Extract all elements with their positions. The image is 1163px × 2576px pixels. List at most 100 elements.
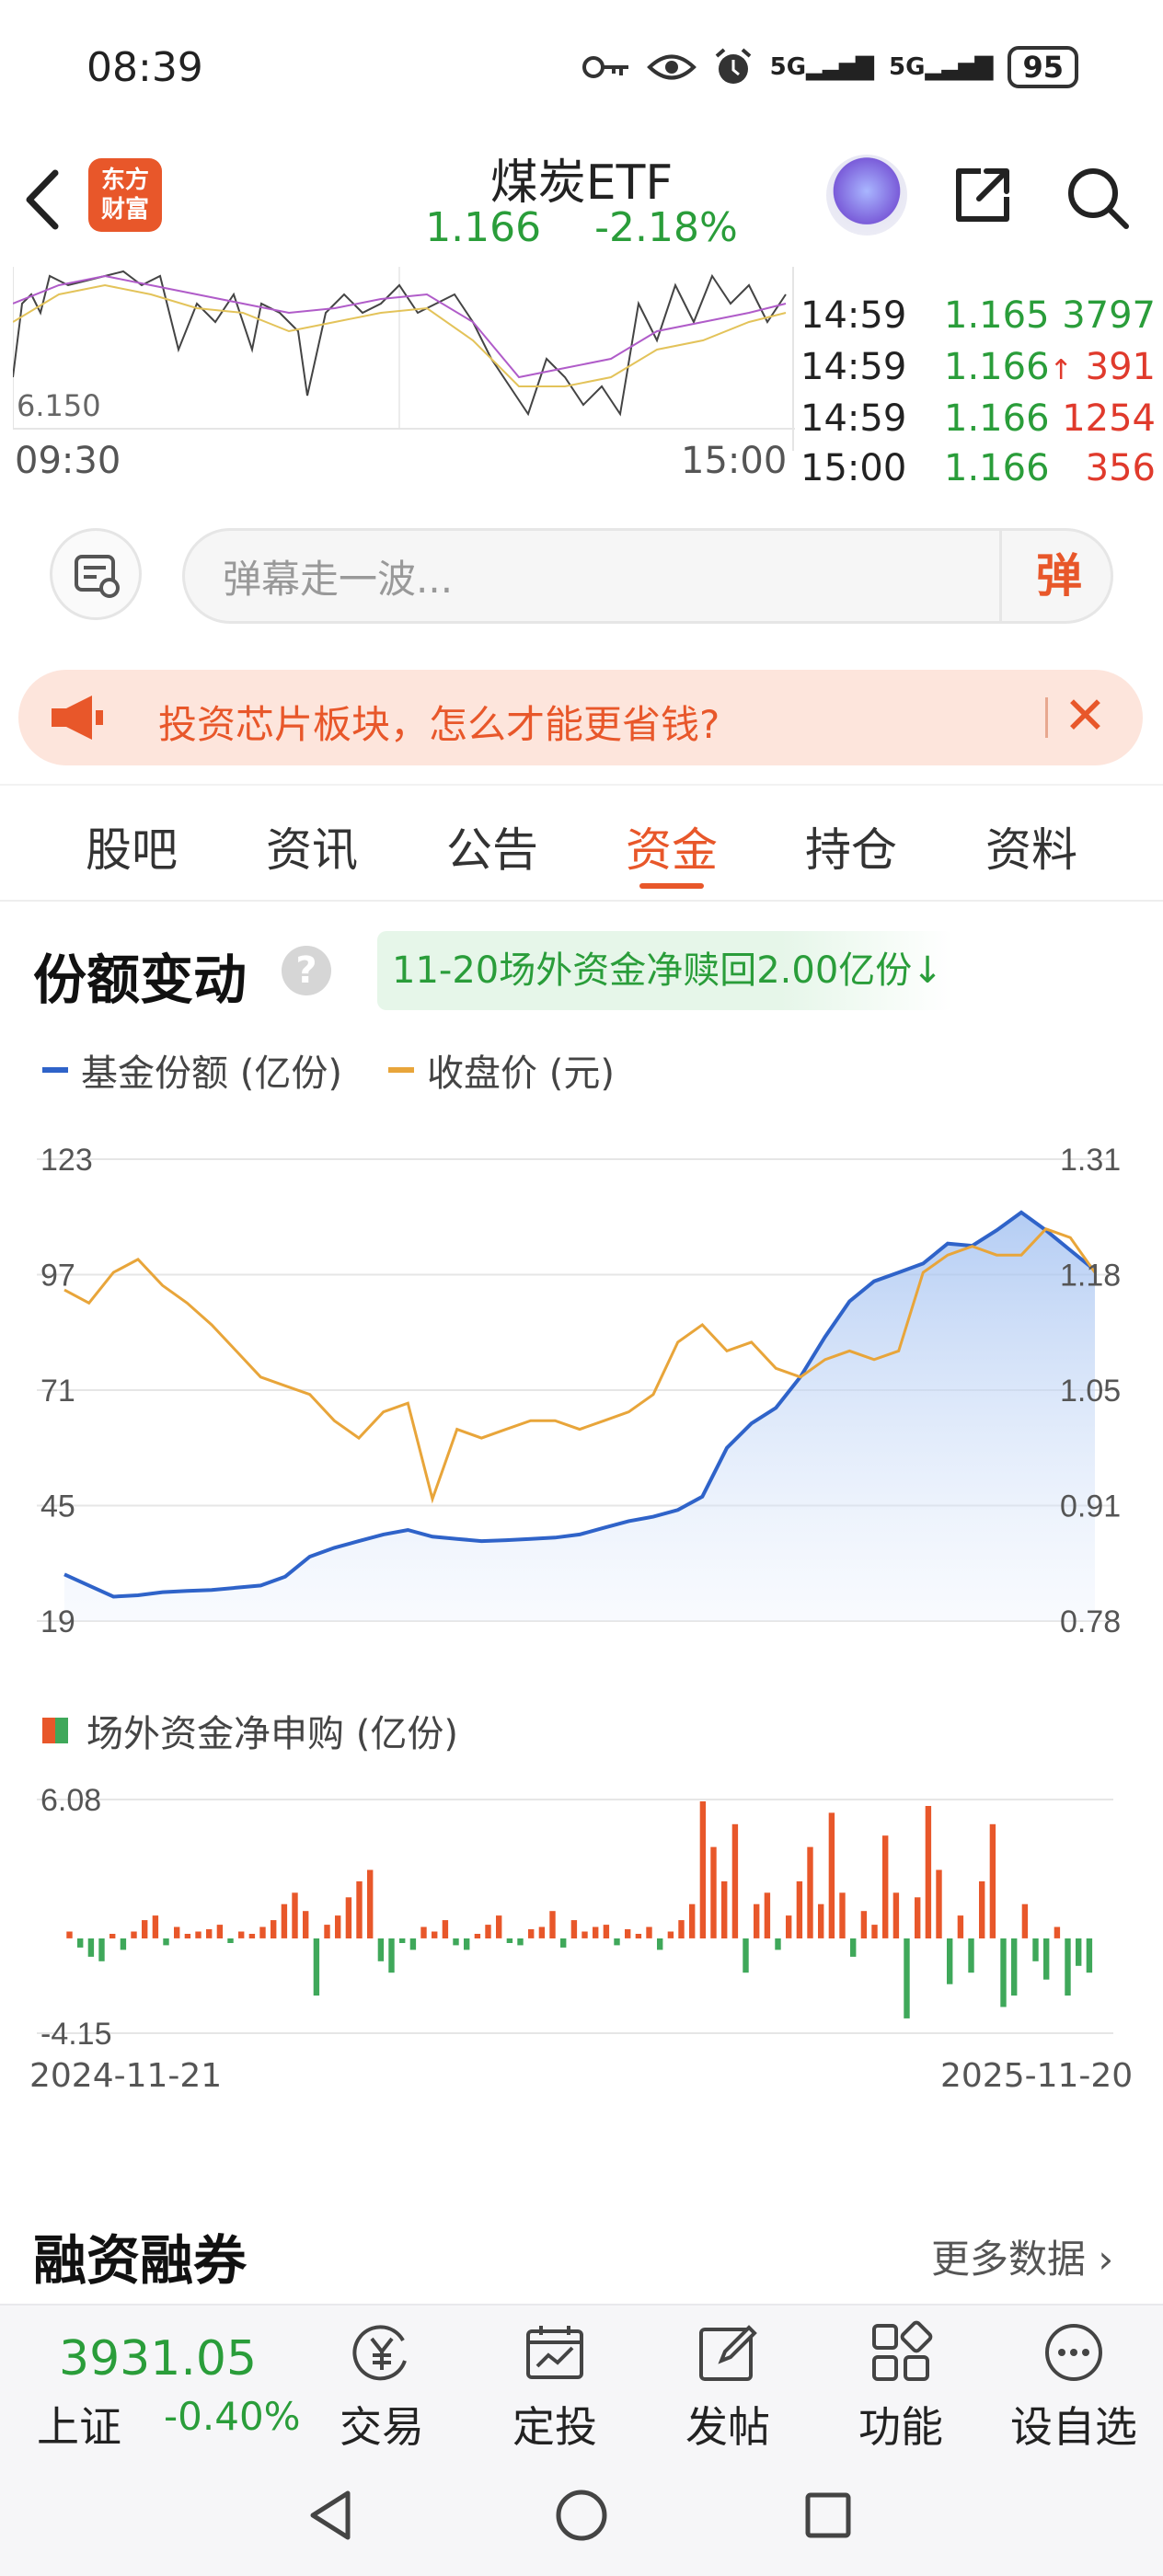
trade-row: 14:59 1.166↑ 391 [800,346,1163,397]
search-icon[interactable] [1064,164,1130,230]
flow-bar [409,1938,417,1950]
trade-row: 15:00 1.166 356 [800,447,1163,499]
nav-back-icon[interactable] [304,2488,359,2543]
flow-bar [432,1931,438,1938]
tab-news[interactable]: 资讯 [243,813,381,880]
flow-bar [184,1934,191,1938]
flow-bar [689,1903,696,1938]
flow-bar [915,1897,921,1938]
left-axis-tick: 97 [40,1259,75,1294]
flow-bar [292,1892,298,1938]
flow-bar [699,1801,707,1938]
flow-bar [464,1938,470,1950]
flow-bar [828,1812,835,1938]
flow-bar [248,1934,256,1938]
tab-guba[interactable]: 股吧 [63,813,201,880]
index-name[interactable]: 上证 [37,2394,121,2455]
legend-flow-label: 场外资金净申购 (亿份) [86,1713,458,1755]
status-time: 08:39 [86,44,203,91]
flow-bar [614,1938,620,1946]
flow-bar [506,1938,513,1943]
flow-bar [892,1892,900,1938]
yuan-circle-icon [352,2325,407,2381]
flow-bar [936,1869,942,1938]
nav-post[interactable]: 发帖 [659,2317,797,2455]
status-icons: 5G▂▃▅▇ 5G▂▃▅▇ 95 [581,46,1078,88]
flow-bar [721,1880,728,1938]
trade-time: 15:00 [800,447,907,489]
nav-trade[interactable]: 交易 [313,2317,451,2455]
flow-bar [271,1920,277,1938]
nav-add-favorite[interactable]: 设自选 [1005,2317,1143,2455]
flow-bar [871,1925,878,1938]
danmu-bar: 弹幕走一波... 弹 [0,515,1163,626]
nav-recents-icon[interactable] [800,2488,856,2543]
flow-bar [216,1925,224,1938]
more-data-link[interactable]: 更多数据 › [931,2228,1113,2284]
megaphone-icon [52,696,103,740]
trade-row: 14:59 1.166 1254 [800,397,1163,449]
flow-bar [195,1931,202,1938]
right-axis-tick: 0.91 [1060,1489,1121,1524]
share-change-chart[interactable]: 123 1.31 97 1.18 71 1.05 45 0.91 19 0.78 [0,1104,1163,1656]
net-subscription-chart[interactable]: 6.08 -4.15 [0,1766,1163,2052]
promo-banner[interactable]: 投资芯片板块，怎么才能更省钱? ✕ [18,670,1143,765]
share-icon[interactable] [953,166,1012,224]
ai-assistant-icon[interactable] [826,155,907,236]
flow-bar [313,1938,320,1996]
flow-bar [1011,1938,1018,1996]
date-end: 2025-11-20 [940,2057,1134,2095]
help-icon[interactable]: ? [282,946,331,995]
tab-holdings[interactable]: 持仓 [782,813,920,880]
flow-bar [98,1938,105,1961]
flow-bar [625,1929,631,1938]
tab-funds[interactable]: 资金 [603,813,741,880]
flow-bar [786,1915,792,1938]
network-5g-icon-2: 5G▂▃▅▇ [889,53,993,81]
tab-profile[interactable]: 资料 [962,813,1100,880]
intraday-time-start: 09:30 [15,440,121,482]
flow-bar [388,1938,395,1973]
nav-invest-plan-label: 定投 [512,2402,597,2452]
flow-bar [142,1920,148,1938]
flow-bar [1065,1938,1071,1996]
tab-announcements[interactable]: 公告 [423,813,561,880]
flow-bar [259,1926,266,1938]
danmu-settings-icon [75,555,120,598]
danmu-send-button[interactable]: 弹 [999,528,1116,624]
trade-price: 1.166↑ [944,346,1073,388]
network-5g-icon: 5G▂▃▅▇ [769,53,874,81]
nav-functions[interactable]: 功能 [832,2317,970,2455]
left-axis-tick: 71 [40,1374,75,1409]
flow-bar [1021,1903,1029,1938]
flow-bar [1032,1938,1039,1961]
flow-bar [839,1892,846,1938]
nav-functions-label: 功能 [858,2402,943,2452]
trade-time: 14:59 [800,346,907,388]
flow-bar [120,1938,127,1950]
flow-bar [335,1915,341,1938]
close-icon[interactable]: ✕ [1064,686,1107,747]
flow-bar [238,1931,245,1938]
flow-bar [743,1938,749,1973]
danmu-settings-button[interactable] [50,528,142,620]
nav-post-label: 发帖 [685,2402,770,2452]
nav-trade-label: 交易 [340,2402,424,2452]
index-value[interactable]: 3931.05 [59,2331,257,2386]
nav-home-icon[interactable] [554,2488,609,2543]
nav-invest-plan[interactable]: 定投 [486,2317,624,2455]
flow-bar [367,1869,374,1938]
trade-price: 1.166 [944,447,1050,489]
flow-bar [152,1915,159,1938]
flow-bar [582,1931,588,1938]
trade-volume: 3797 [1062,294,1156,337]
intraday-chart[interactable] [13,267,795,451]
left-axis-tick: 19 [40,1604,75,1639]
nav-add-favorite-label: 设自选 [1010,2402,1137,2452]
index-change[interactable]: -0.40% [164,2394,301,2439]
flow-bar [227,1938,234,1943]
active-tab-indicator [639,883,704,889]
flow-bar [989,1823,996,1938]
intraday-low-label: 6.150 [17,388,101,423]
battery-icon: 95 [1008,46,1078,88]
